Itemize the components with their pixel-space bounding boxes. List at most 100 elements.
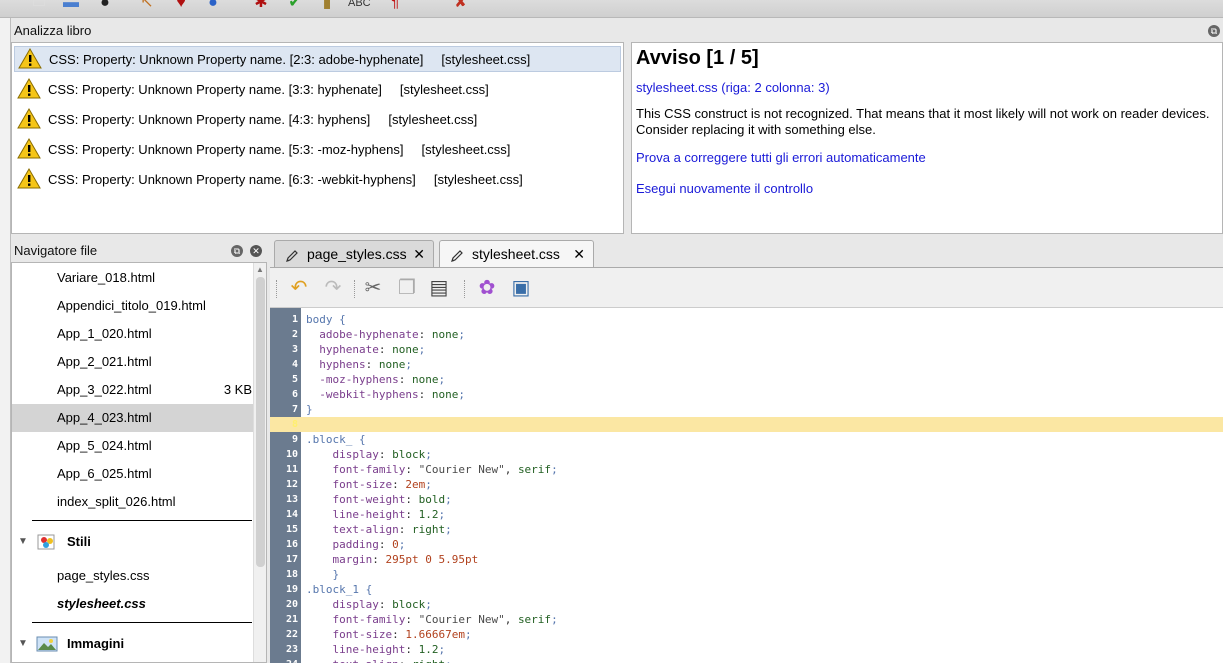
flower-icon[interactable]: ✿ xyxy=(474,276,500,300)
tab-stylesheet[interactable]: stylesheet.css ✕ xyxy=(439,240,594,267)
file-item[interactable]: App_4_023.html xyxy=(12,404,254,432)
text-block-icon[interactable]: ▮ xyxy=(316,0,338,12)
code-line[interactable]: 15 text-align: right; xyxy=(270,522,1223,537)
file-item[interactable]: index_split_026.html xyxy=(12,488,254,516)
code-line[interactable]: 18 } xyxy=(270,567,1223,582)
code-line[interactable]: 14 line-height: 1.2; xyxy=(270,507,1223,522)
save-icon[interactable]: ● xyxy=(94,0,116,12)
float-panel-icon[interactable]: ⧉ xyxy=(231,245,243,257)
images-folder[interactable]: ▼ Immagini xyxy=(12,630,254,658)
checkmark-icon[interactable]: ✔ xyxy=(284,0,306,12)
undo-icon[interactable]: ↶ xyxy=(286,276,312,300)
code-line[interactable]: 24 text-align: right; xyxy=(270,657,1223,663)
code-token: right xyxy=(411,523,446,536)
spellcheck-icon[interactable]: ABC xyxy=(348,0,371,12)
file-item[interactable]: App_3_022.html 3 KB xyxy=(12,376,254,404)
code-token: : xyxy=(405,508,419,521)
file-item[interactable]: Appendici_titolo_019.html xyxy=(12,292,254,320)
file-item[interactable]: App_5_024.html xyxy=(12,432,254,460)
code-token: block xyxy=(392,598,426,611)
recheck-link[interactable]: Esegui nuovamente il controllo xyxy=(636,181,1218,196)
heart-icon[interactable]: ♥ xyxy=(170,0,192,12)
main-toolbar: ▭ ▬ ● ↖ ♥ ● ✱ ✔ ▮ ABC ¶ ” ✘ xyxy=(0,0,1223,18)
expand-triangle-icon[interactable]: ▼ xyxy=(18,528,28,556)
info-icon[interactable]: ● xyxy=(202,0,224,12)
code-text: line-height: 1.2; xyxy=(306,507,445,522)
code-line[interactable]: 23 line-height: 1.2; xyxy=(270,642,1223,657)
code-editor[interactable]: 1 body {2 adobe-hyphenate: none; 3 hyphena… xyxy=(270,307,1223,663)
close-tab-icon[interactable]: ✕ xyxy=(573,241,585,268)
scroll-up-icon[interactable]: ▲ xyxy=(256,265,264,274)
paragraph-icon[interactable]: ¶ xyxy=(384,0,406,12)
location-link[interactable]: stylesheet.css (riga: 2 colonna: 3) xyxy=(636,80,1218,95)
code-line[interactable]: 20 display: block; xyxy=(270,597,1223,612)
warning-icon xyxy=(17,168,41,190)
code-line[interactable]: 3 hyphenate: none; xyxy=(270,342,1223,357)
code-line[interactable]: 19 .block_1 { xyxy=(270,582,1223,597)
file-navigator-scrollbar[interactable]: ▲ xyxy=(253,263,266,662)
code-line[interactable]: 9 .block_ { xyxy=(270,432,1223,447)
code-token: ; xyxy=(425,448,432,461)
issue-row[interactable]: CSS: Property: Unknown Property name. [2… xyxy=(14,46,621,72)
close-panel-icon[interactable]: ✕ xyxy=(250,245,262,257)
issue-row[interactable]: CSS: Property: Unknown Property name. [6… xyxy=(14,166,621,192)
images-folder-label: Immagini xyxy=(67,636,125,651)
code-line[interactable]: 10 display: block; xyxy=(270,447,1223,462)
toolbar-separator xyxy=(464,280,466,298)
issue-row[interactable]: CSS: Property: Unknown Property name. [5… xyxy=(14,136,621,162)
code-line[interactable]: 2 adobe-hyphenate: none; xyxy=(270,327,1223,342)
code-line[interactable]: 21 font-family: "Courier New", serif; xyxy=(270,612,1223,627)
quotes-icon[interactable]: ” xyxy=(416,0,438,12)
code-line[interactable]: 12 font-size: 2em; xyxy=(270,477,1223,492)
redo-icon[interactable]: ↷ xyxy=(320,276,346,300)
file-item[interactable]: Variare_018.html xyxy=(12,264,254,292)
line-number: 17 xyxy=(285,554,298,565)
line-number: 19 xyxy=(285,584,298,595)
code-line[interactable]: 17 margin: 295pt 0 5.95pt xyxy=(270,552,1223,567)
code-line[interactable]: 13 font-weight: bold; xyxy=(270,492,1223,507)
code-line[interactable]: 7} xyxy=(270,402,1223,417)
code-line[interactable]: 1 body { xyxy=(270,312,1223,327)
new-file-icon[interactable]: ▭ xyxy=(28,0,50,12)
close-tab-icon[interactable]: ✕ xyxy=(413,241,425,268)
file-item[interactable]: App_1_020.html xyxy=(12,320,254,348)
fix-all-link[interactable]: Prova a correggere tutti gli errori auto… xyxy=(636,150,1218,165)
file-item[interactable]: App_2_021.html xyxy=(12,348,254,376)
issue-row[interactable]: CSS: Property: Unknown Property name. [4… xyxy=(14,106,621,132)
bug-icon[interactable]: ✱ xyxy=(250,0,272,12)
code-text: } xyxy=(306,402,313,417)
code-line[interactable]: 8 xyxy=(270,417,1223,432)
code-token: : xyxy=(378,343,393,356)
tab-page-styles[interactable]: page_styles.css ✕ xyxy=(274,240,434,267)
file-item[interactable]: App_6_025.html xyxy=(12,460,254,488)
issue-text: CSS: Property: Unknown Property name. [4… xyxy=(48,111,478,127)
code-line[interactable]: 11 font-family: "Courier New", serif; xyxy=(270,462,1223,477)
remove-icon[interactable]: ✘ xyxy=(450,0,472,12)
cursor-icon[interactable]: ↖ xyxy=(136,0,158,12)
scrollbar-thumb[interactable] xyxy=(256,277,265,567)
file-name: App_4_023.html xyxy=(57,410,152,425)
style-file-item[interactable]: page_styles.css xyxy=(12,562,254,590)
styles-folder[interactable]: ▼ Stili xyxy=(12,528,254,556)
image-search-icon[interactable]: ▣ xyxy=(508,276,534,300)
paste-icon[interactable]: ▤ xyxy=(426,276,452,300)
expand-triangle-icon[interactable]: ▼ xyxy=(18,630,28,658)
code-token: } xyxy=(306,568,340,581)
code-line[interactable]: 4 hyphens: none; xyxy=(270,357,1223,372)
code-token: ; xyxy=(551,463,558,476)
open-folder-icon[interactable]: ▬ xyxy=(60,0,82,12)
code-line[interactable]: 16 padding: 0; xyxy=(270,537,1223,552)
code-token: serif xyxy=(517,463,552,476)
issue-row[interactable]: CSS: Property: Unknown Property name. [3… xyxy=(14,76,621,102)
cut-icon[interactable]: ✂ xyxy=(360,276,386,300)
code-token: : xyxy=(405,643,419,656)
float-panel-icon[interactable]: ⧉ xyxy=(1208,25,1220,37)
line-number: 12 xyxy=(285,479,298,490)
code-line[interactable]: 5 -moz-hyphens: none; xyxy=(270,372,1223,387)
code-line[interactable]: 22 font-size: 1.66667em; xyxy=(270,627,1223,642)
divider xyxy=(32,520,252,521)
code-line[interactable]: 6 -webkit-hyphens: none; xyxy=(270,387,1223,402)
line-number: 24 xyxy=(270,657,298,663)
style-file-item[interactable]: stylesheet.css xyxy=(12,590,254,618)
copy-icon[interactable]: ❐ xyxy=(394,276,420,300)
